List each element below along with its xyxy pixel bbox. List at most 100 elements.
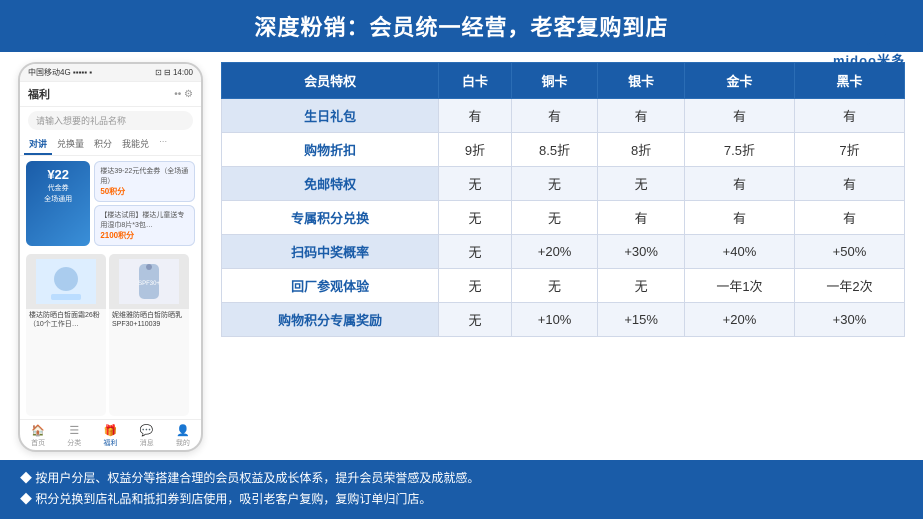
nav-welfare-label: 福利: [104, 438, 118, 448]
table-cell: 有: [794, 201, 904, 235]
phone-status-bar: 中国移动4G ▪▪▪▪▪ ▪ ⊡ ⊟ 14:00: [20, 64, 201, 82]
table-row-label: 免邮特权: [222, 167, 439, 201]
phone-title-text: 福利: [28, 86, 50, 102]
table-cell: 无: [439, 235, 511, 269]
table-cell: 有: [511, 99, 598, 133]
table-cell: 7折: [794, 133, 904, 167]
logo-text: midoo米多: [833, 50, 905, 69]
coupon-amount: ¥22: [47, 167, 69, 182]
phone-tab-duihuanliang[interactable]: 兑换量: [52, 134, 89, 155]
table-cell: 有: [598, 99, 685, 133]
svg-text:SPF30+: SPF30+: [138, 281, 160, 287]
phone-coupon-row: ¥22 代金券 全场通用 楼达39-22元代金券（全场通用） 50积分 【楼达试…: [20, 156, 201, 251]
search-placeholder: 请输入想要的礼品名称: [36, 116, 126, 126]
table-row: 生日礼包有有有有有: [222, 99, 905, 133]
table-row-label: 回厂参观体验: [222, 269, 439, 303]
member-table: 会员特权 白卡 铜卡 银卡 金卡 黑卡 生日礼包有有有有有购物折扣9折8.5折8…: [221, 62, 905, 337]
carrier-text: 中国移动4G ▪▪▪▪▪ ▪: [28, 67, 92, 78]
table-row-label: 专属积分兑换: [222, 201, 439, 235]
logo-area: midoo米多: [833, 8, 905, 69]
table-row: 专属积分兑换无无有有有: [222, 201, 905, 235]
phone-title-bar: 福利 •• ⚙: [20, 82, 201, 107]
footer-line-1: ◆ 按用户分层、权益分等搭建合理的会员权益及成长体系，提升会员荣誉感及成就感。: [20, 468, 903, 490]
table-cell: 有: [684, 201, 794, 235]
product-1-img: [26, 254, 106, 309]
table-cell: 无: [511, 269, 598, 303]
table-cell: 8折: [598, 133, 685, 167]
table-cell: +30%: [598, 235, 685, 269]
table-cell: 无: [598, 269, 685, 303]
footer-line-2-text: ◆ 积分兑换到店礼品和抵扣券到店使用，吸引老客户复购，复购订单归门店。: [20, 489, 431, 511]
table-cell: 9折: [439, 133, 511, 167]
table-cell: 无: [439, 303, 511, 337]
coupon-card-2-points: 2100积分: [100, 230, 189, 241]
phone-product-grid: 楼达防晒白皙面霜26粉（10个工作日… SPF30+ 妮维雅防晒白皙防晒乳SPF…: [20, 251, 201, 419]
coupon-card-1[interactable]: 楼达39-22元代金券（全场通用） 50积分: [94, 161, 195, 202]
phone-tab-wonengdui[interactable]: 我能兑: [117, 134, 154, 155]
col-header-white: 白卡: [439, 63, 511, 99]
table-cell: 有: [684, 167, 794, 201]
nav-category-label: 分类: [67, 438, 81, 448]
product-1-desc: 楼达防晒白皙面霜26粉（10个工作日…: [26, 309, 106, 331]
phone-product-1[interactable]: 楼达防晒白皙面霜26粉（10个工作日…: [26, 254, 106, 416]
table-row: 回厂参观体验无无无一年1次一年2次: [222, 269, 905, 303]
table-row-label: 扫码中奖概率: [222, 235, 439, 269]
midoo-logo-icon: [849, 8, 889, 48]
table-cell: 有: [439, 99, 511, 133]
phone-product-2[interactable]: SPF30+ 妮维雅防晒白皙防晒乳SPF30+110039: [109, 254, 189, 416]
nav-mine-label: 我的: [176, 438, 190, 448]
table-cell: 一年2次: [794, 269, 904, 303]
coupon-card-1-points: 50积分: [100, 186, 189, 197]
table-cell: 无: [439, 269, 511, 303]
phone-nav-message[interactable]: 💬 消息: [129, 424, 165, 448]
table-cell: 无: [511, 167, 598, 201]
table-cell: +30%: [794, 303, 904, 337]
col-header-gold: 金卡: [684, 63, 794, 99]
table-cell: +50%: [794, 235, 904, 269]
phone-tab-jifen[interactable]: 积分: [89, 134, 117, 155]
coupon-type: 代金券: [48, 183, 69, 193]
phone-title-icons: •• ⚙: [174, 89, 193, 100]
phone-search-bar[interactable]: 请输入想要的礼品名称: [28, 111, 193, 130]
table-cell: 无: [598, 167, 685, 201]
table-row: 扫码中奖概率无+20%+30%+40%+50%: [222, 235, 905, 269]
table-row-label: 购物折扣: [222, 133, 439, 167]
coupon-card-2-label: 【楼达试用】楼达儿童送专用湿巾8片*3包…: [100, 210, 189, 230]
footer-line-2: ◆ 积分兑换到店礼品和抵扣券到店使用，吸引老客户复购，复购订单归门店。: [20, 489, 903, 511]
main-content: 中国移动4G ▪▪▪▪▪ ▪ ⊡ ⊟ 14:00 福利 •• ⚙ 请输入想要的礼…: [0, 52, 923, 452]
table-row: 购物折扣9折8.5折8折7.5折7折: [222, 133, 905, 167]
footer-line-1-text: ◆ 按用户分层、权益分等搭建合理的会员权益及成长体系，提升会员荣誉感及成就感。: [20, 468, 479, 490]
phone-nav-mine[interactable]: 👤 我的: [165, 424, 201, 448]
coupon-scope: 全场通用: [44, 194, 72, 204]
table-cell: 有: [598, 201, 685, 235]
table-cell: 有: [794, 167, 904, 201]
table-cell: 有: [794, 99, 904, 133]
phone-mockup: 中国移动4G ▪▪▪▪▪ ▪ ⊡ ⊟ 14:00 福利 •• ⚙ 请输入想要的礼…: [18, 62, 203, 452]
phone-tab-duijiang[interactable]: 对讲: [24, 134, 52, 155]
table-header-row: 会员特权 白卡 铜卡 银卡 金卡 黑卡: [222, 63, 905, 99]
phone-bottom-nav: 🏠 首页 ☰ 分类 🎁 福利 💬 消息 👤 我的: [20, 419, 201, 450]
nav-message-label: 消息: [140, 438, 154, 448]
phone-nav-welfare[interactable]: 🎁 福利: [92, 424, 128, 448]
phone-tab-more[interactable]: ⋯: [154, 134, 172, 155]
table-row-label: 购物积分专属奖励: [222, 303, 439, 337]
table-row: 购物积分专属奖励无+10%+15%+20%+30%: [222, 303, 905, 337]
table-cell: 有: [684, 99, 794, 133]
phone-coupon-main[interactable]: ¥22 代金券 全场通用: [26, 161, 90, 246]
coupon-card-2[interactable]: 【楼达试用】楼达儿童送专用湿巾8片*3包… 2100积分: [94, 205, 195, 246]
table-cell: 8.5折: [511, 133, 598, 167]
table-cell: +15%: [598, 303, 685, 337]
col-header-silver: 银卡: [598, 63, 685, 99]
table-cell: 一年1次: [684, 269, 794, 303]
phone-nav-category[interactable]: ☰ 分类: [56, 424, 92, 448]
table-cell: 无: [511, 201, 598, 235]
product-2-img: SPF30+: [109, 254, 189, 309]
table-cell: +20%: [684, 303, 794, 337]
time-text: ⊡ ⊟ 14:00: [155, 68, 193, 77]
coupon-card-1-label: 楼达39-22元代金券（全场通用）: [100, 166, 189, 186]
nav-home-label: 首页: [31, 438, 45, 448]
phone-nav-home[interactable]: 🏠 首页: [20, 424, 56, 448]
table-area: 会员特权 白卡 铜卡 银卡 金卡 黑卡 生日礼包有有有有有购物折扣9折8.5折8…: [221, 62, 905, 452]
table-cell: 7.5折: [684, 133, 794, 167]
product-2-desc: 妮维雅防晒白皙防晒乳SPF30+110039: [109, 309, 189, 331]
